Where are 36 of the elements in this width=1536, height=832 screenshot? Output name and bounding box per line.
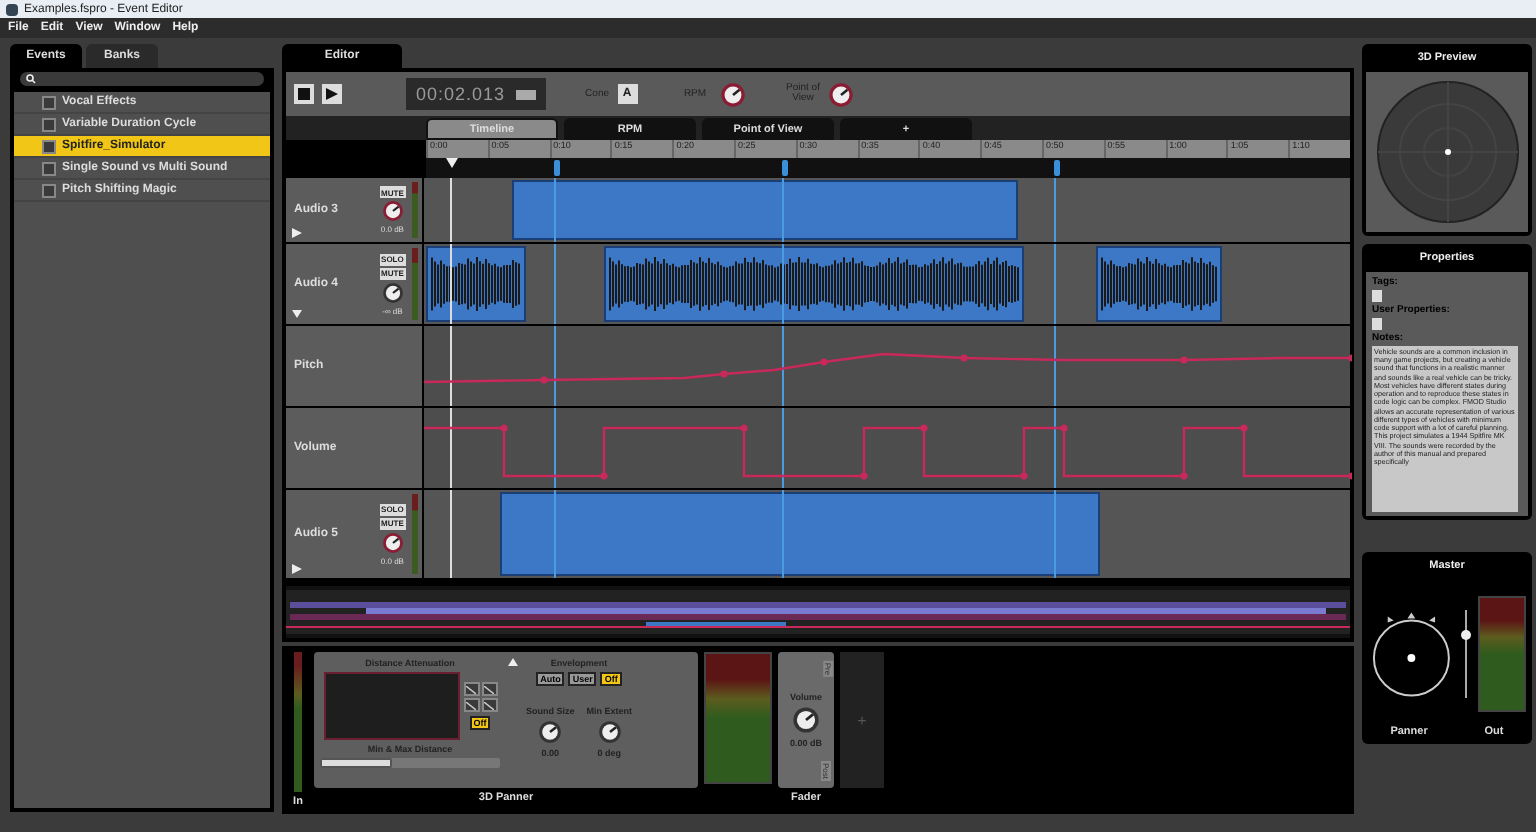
gain-knob[interactable] [381,281,404,303]
parameter-knob[interactable] [827,81,853,107]
parameter-knob[interactable] [597,720,622,744]
app-icon [6,3,18,15]
time-display: 00:02.013 [416,84,506,104]
attenuation-graph [323,672,459,740]
distance-slider[interactable] [320,758,392,768]
radar-drawing [1375,80,1519,224]
curve-button[interactable] [463,682,479,696]
curve-button[interactable] [481,682,497,696]
parameter-knob[interactable] [719,81,745,107]
parameter-knob[interactable] [538,720,563,744]
marker-handle[interactable] [782,160,789,176]
stop-button[interactable] [294,84,314,104]
gain-knob[interactable] [381,531,404,553]
level-meter [704,652,772,784]
curve-button[interactable] [463,698,479,712]
level-meter [1478,595,1526,711]
loop-button[interactable] [515,89,536,99]
marker-handle[interactable] [1054,160,1061,176]
triangle-icon [508,658,518,666]
audio-region[interactable] [425,246,526,322]
search-icon [26,74,36,84]
curve-button[interactable] [481,698,497,712]
volume-knob[interactable] [792,706,820,734]
gain-knob[interactable] [381,200,404,222]
play-button[interactable] [322,84,342,104]
expand-arrow-icon[interactable] [292,228,302,238]
level-meter [294,652,302,792]
audio-region[interactable] [1095,246,1222,322]
collapse-arrow-icon[interactable] [292,310,302,320]
expand-arrow-icon[interactable] [292,564,302,574]
fader-thumb[interactable] [1461,629,1472,639]
marker-handle[interactable] [553,160,560,176]
search-field[interactable] [20,72,264,86]
panner-drawing[interactable] [1368,607,1455,699]
